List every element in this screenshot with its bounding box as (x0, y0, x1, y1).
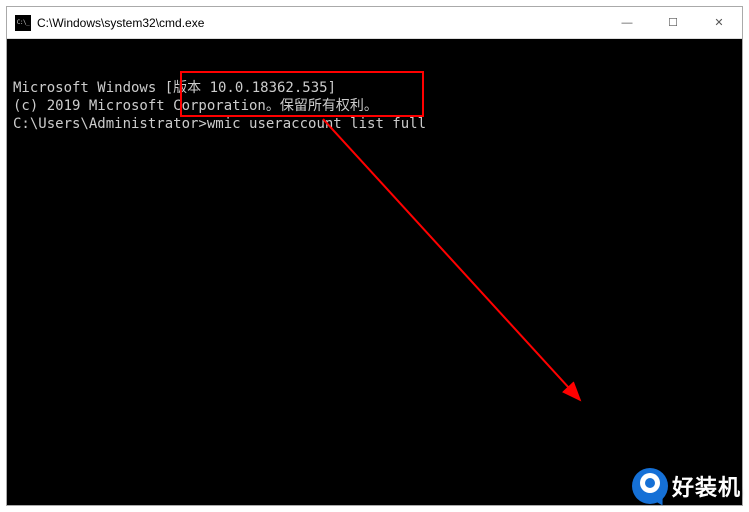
watermark-text: 好装机 (672, 470, 741, 502)
minimize-button[interactable]: — (604, 7, 650, 38)
maximize-button[interactable]: ☐ (650, 7, 696, 38)
window-controls: — ☐ ✕ (604, 7, 742, 38)
cmd-window: C:\Windows\system32\cmd.exe — ☐ ✕ Micros… (6, 6, 743, 506)
watermark-logo-icon (632, 468, 668, 504)
titlebar[interactable]: C:\Windows\system32\cmd.exe — ☐ ✕ (7, 7, 742, 39)
terminal-prompt: C:\Users\Administrator> (13, 116, 207, 132)
terminal-content[interactable]: Microsoft Windows [版本 10.0.18362.535](c)… (7, 39, 742, 505)
watermark: 好装机 (632, 468, 741, 504)
cmd-icon (15, 15, 31, 31)
terminal-line-copyright: (c) 2019 Microsoft Corporation。保留所有权利。 (13, 97, 736, 115)
terminal-line-version: Microsoft Windows [版本 10.0.18362.535] (13, 79, 736, 97)
close-button[interactable]: ✕ (696, 7, 742, 38)
window-title: C:\Windows\system32\cmd.exe (37, 16, 604, 30)
terminal-command: wmic useraccount list full (207, 116, 426, 132)
